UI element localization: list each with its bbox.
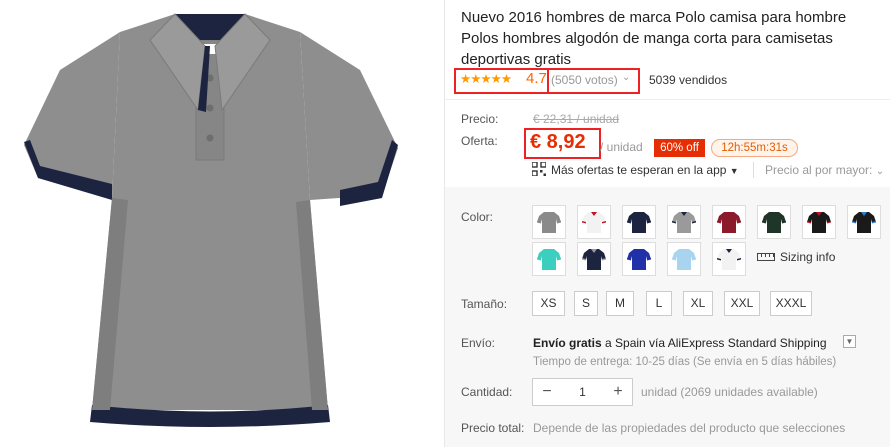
polo-thumbnail-icon xyxy=(627,249,651,270)
price-unit: / unidad xyxy=(600,140,643,154)
polo-thumbnail-icon xyxy=(582,212,606,233)
polo-thumbnail-icon xyxy=(672,249,696,270)
color-swatch-light-blue[interactable] xyxy=(667,242,701,276)
offer-label: Oferta: xyxy=(461,134,498,148)
color-swatch-black-blue[interactable] xyxy=(847,205,881,239)
color-label: Color: xyxy=(461,210,494,224)
polo-thumbnail-icon xyxy=(582,249,606,270)
free-shipping-text: Envío gratis xyxy=(533,336,602,350)
app-offers-link[interactable]: Más ofertas te esperan en la app ▼ xyxy=(551,163,739,177)
wholesale-price-dropdown[interactable]: Precio al por mayor: ⌄ xyxy=(765,163,884,177)
color-swatch-gray-navy[interactable] xyxy=(667,205,701,239)
stock-availability: unidad (2069 unidades available) xyxy=(641,385,818,399)
color-swatch-navy-gray[interactable] xyxy=(577,242,611,276)
original-price: € 22,31 / unidad xyxy=(533,112,620,126)
sold-count: 5039 vendidos xyxy=(649,73,728,87)
quantity-stepper: − + xyxy=(532,378,633,406)
votes-count-link[interactable]: (5050 votos) xyxy=(551,73,618,87)
polo-thumbnail-icon xyxy=(717,249,741,270)
polo-thumbnail-icon xyxy=(537,249,561,270)
qr-code-icon xyxy=(532,162,546,176)
polo-thumbnail-icon xyxy=(852,212,876,233)
size-option-s[interactable]: S xyxy=(574,291,598,316)
size-option-xl[interactable]: XL xyxy=(683,291,713,316)
delivery-time: Tiempo de entrega: 10-25 días (Se envía … xyxy=(533,356,837,368)
color-swatch-white-navy[interactable] xyxy=(712,242,746,276)
product-image[interactable] xyxy=(0,0,440,447)
decrease-quantity-button[interactable]: − xyxy=(533,383,561,401)
total-price-note: Depende de las propiedades del producto … xyxy=(533,421,846,435)
chevron-down-icon: ⌄ xyxy=(875,166,885,177)
color-swatch-burgundy[interactable] xyxy=(712,205,746,239)
app-offers-text: Más ofertas te esperan en la app xyxy=(551,163,727,177)
sizing-info-link[interactable]: Sizing info xyxy=(757,250,835,264)
increase-quantity-button[interactable]: + xyxy=(604,383,632,401)
color-swatch-navy[interactable] xyxy=(622,205,656,239)
color-swatch-turquoise[interactable] xyxy=(532,242,566,276)
polo-thumbnail-icon xyxy=(807,212,831,233)
polo-thumbnail-icon xyxy=(717,212,741,233)
caret-down-icon: ▼ xyxy=(729,166,739,176)
shipping-route: a Spain vía AliExpress Standard Shipping xyxy=(601,336,827,350)
product-title: Nuevo 2016 hombres de marca Polo camisa … xyxy=(461,9,847,68)
size-label: Tamaño: xyxy=(461,297,508,311)
size-option-xxl[interactable]: XXL xyxy=(724,291,760,316)
shipping-label: Envío: xyxy=(461,336,496,350)
rating-value: 4.7 xyxy=(526,70,547,87)
price-label: Precio: xyxy=(461,112,499,126)
size-option-xs[interactable]: XS xyxy=(532,291,565,316)
polo-thumbnail-icon xyxy=(672,212,696,233)
quantity-input[interactable] xyxy=(561,385,604,399)
total-price-label: Precio total: xyxy=(461,421,525,435)
size-option-xxxl[interactable]: XXXL xyxy=(770,291,812,316)
offer-price: € 8,92 xyxy=(530,131,586,153)
wholesale-label: Precio al por mayor: xyxy=(765,163,873,177)
ruler-icon xyxy=(757,253,775,261)
color-swatch-gray[interactable] xyxy=(532,205,566,239)
divider xyxy=(753,162,754,178)
polo-thumbnail-icon xyxy=(762,212,786,233)
discount-badge: 60% off xyxy=(654,139,705,157)
chevron-down-icon[interactable]: ⌄ xyxy=(622,72,630,83)
color-swatch-white-red[interactable] xyxy=(577,205,611,239)
polo-thumbnail-icon xyxy=(537,212,561,233)
polo-thumbnail-icon xyxy=(627,212,651,233)
shipping-method: Envío gratis a Spain vía AliExpress Stan… xyxy=(533,336,827,350)
color-swatch-royal-blue[interactable] xyxy=(622,242,656,276)
shipping-dropdown-button[interactable]: ▼ xyxy=(843,335,856,348)
size-option-l[interactable]: L xyxy=(646,291,672,316)
countdown-timer: 12h:55m:31s xyxy=(711,139,798,157)
polo-shirt-image xyxy=(24,13,398,427)
quantity-label: Cantidad: xyxy=(461,385,513,399)
size-option-m[interactable]: M xyxy=(606,291,634,316)
color-swatch-black-red[interactable] xyxy=(802,205,836,239)
sizing-info-label: Sizing info xyxy=(780,250,836,264)
color-swatch-dark-green[interactable] xyxy=(757,205,791,239)
divider xyxy=(445,99,890,100)
star-rating-icon: ★★★★★ xyxy=(460,72,512,86)
